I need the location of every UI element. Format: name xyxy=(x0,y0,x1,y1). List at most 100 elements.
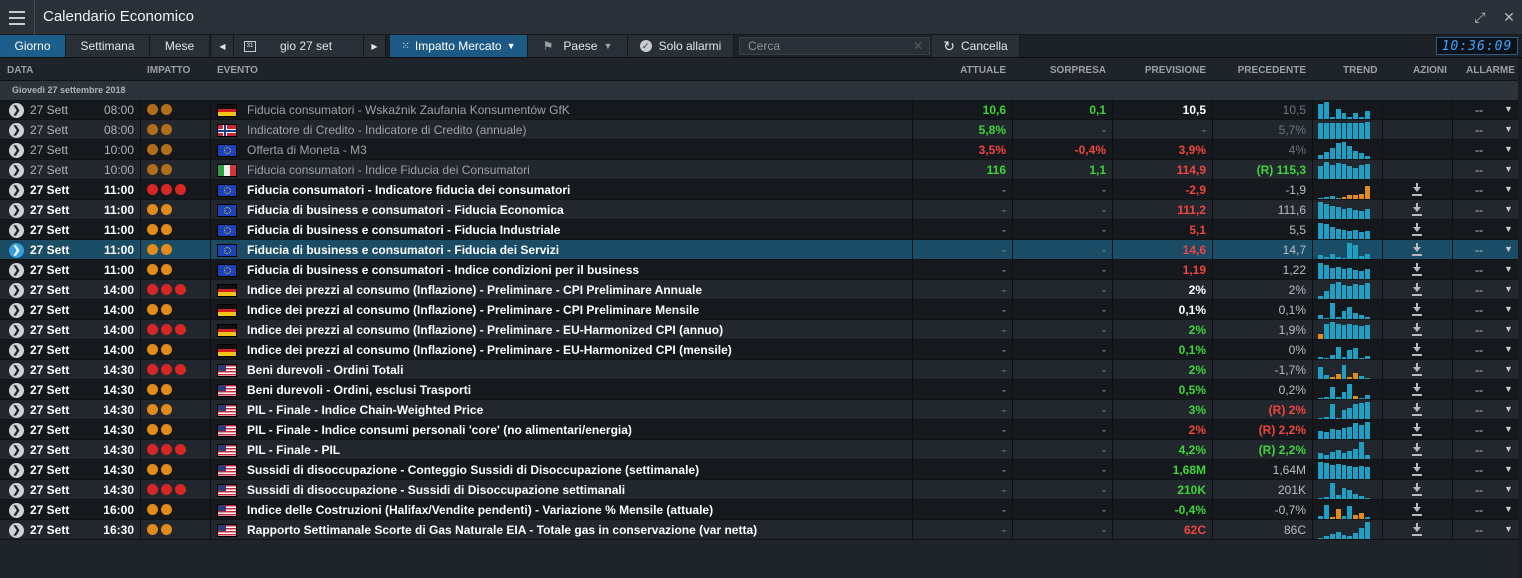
event-name[interactable]: Indice dei prezzi al consumo (Inflazione… xyxy=(247,303,699,317)
alarm-value[interactable]: -- xyxy=(1475,163,1483,177)
search-input[interactable]: Cerca ✕ xyxy=(739,37,930,55)
alarm-value[interactable]: -- xyxy=(1475,183,1483,197)
next-date-button[interactable]: ▶ xyxy=(364,35,386,57)
alarm-value[interactable]: -- xyxy=(1475,143,1483,157)
event-name[interactable]: Indicatore di Credito - Indicatore di Cr… xyxy=(247,123,526,137)
hamburger-menu-icon[interactable] xyxy=(0,0,35,35)
alarm-dropdown-icon[interactable]: ▼ xyxy=(1504,524,1513,534)
date-picker[interactable]: 31 gio 27 set xyxy=(234,35,364,57)
alarm-value[interactable]: -- xyxy=(1475,303,1483,317)
event-name[interactable]: Indice delle Costruzioni (Halifax/Vendit… xyxy=(247,503,713,517)
alarm-value[interactable]: -- xyxy=(1475,103,1483,117)
expand-row-icon[interactable]: ❯ xyxy=(9,223,24,238)
event-name[interactable]: PIL - Finale - PIL xyxy=(247,443,340,457)
impact-filter-dropdown[interactable]: ⁙ Impatto Mercato ▼ xyxy=(390,35,528,57)
scrollbar[interactable] xyxy=(1518,58,1522,578)
country-filter-dropdown[interactable]: ⚑ Paese ▼ xyxy=(528,35,628,57)
table-row[interactable]: ❯ 27 Sett 11:00 Fiducia consumatori - Indic… xyxy=(0,180,1522,200)
download-icon[interactable] xyxy=(1411,322,1423,337)
expand-row-icon[interactable]: ❯ xyxy=(9,243,24,258)
event-name[interactable]: Fiducia di business e consumatori - Indi… xyxy=(247,263,639,277)
download-icon[interactable] xyxy=(1411,422,1423,437)
expand-row-icon[interactable]: ❯ xyxy=(9,403,24,418)
alarm-value[interactable]: -- xyxy=(1475,403,1483,417)
table-row[interactable]: ❯ 27 Sett 11:00 Fiducia di business e consu… xyxy=(0,260,1522,280)
expand-row-icon[interactable]: ❯ xyxy=(9,103,24,118)
event-name[interactable]: Indice dei prezzi al consumo (Inflazione… xyxy=(247,343,732,357)
download-icon[interactable] xyxy=(1411,402,1423,417)
alarm-value[interactable]: -- xyxy=(1475,323,1483,337)
alarm-value[interactable]: -- xyxy=(1475,223,1483,237)
download-icon[interactable] xyxy=(1411,202,1423,217)
event-name[interactable]: PIL - Finale - Indice consumi personali … xyxy=(247,423,632,437)
event-name[interactable]: Beni durevoli - Ordini, esclusi Trasport… xyxy=(247,383,471,397)
expand-row-icon[interactable]: ❯ xyxy=(9,523,24,538)
download-icon[interactable] xyxy=(1411,362,1423,377)
expand-row-icon[interactable]: ❯ xyxy=(9,463,24,478)
table-row[interactable]: ❯ 27 Sett 08:00 Fiducia consumatori - Wskaź… xyxy=(0,100,1522,120)
table-row[interactable]: ❯ 27 Sett 08:00 Indicatore di Credito - Ind… xyxy=(0,120,1522,140)
header-trend[interactable]: TREND xyxy=(1343,65,1377,76)
header-precedente[interactable]: PRECEDENTE xyxy=(1238,65,1306,76)
tab-giorno[interactable]: Giorno xyxy=(0,35,66,57)
alarm-dropdown-icon[interactable]: ▼ xyxy=(1504,124,1513,134)
expand-row-icon[interactable]: ❯ xyxy=(9,423,24,438)
alarm-value[interactable]: -- xyxy=(1475,443,1483,457)
expand-row-icon[interactable]: ❯ xyxy=(9,183,24,198)
event-name[interactable]: Sussidi di disoccupazione - Conteggio Su… xyxy=(247,463,699,477)
event-name[interactable]: Fiducia di business e consumatori - Fidu… xyxy=(247,243,559,257)
alarm-dropdown-icon[interactable]: ▼ xyxy=(1504,384,1513,394)
alarm-dropdown-icon[interactable]: ▼ xyxy=(1504,184,1513,194)
download-icon[interactable] xyxy=(1411,482,1423,497)
header-evento[interactable]: EVENTO xyxy=(217,65,258,76)
table-row[interactable]: ❯ 27 Sett 16:30 Rapporto Settimanale Scorte… xyxy=(0,520,1522,540)
event-name[interactable]: Sussidi di disoccupazione - Sussidi di D… xyxy=(247,483,625,497)
alarm-dropdown-icon[interactable]: ▼ xyxy=(1504,344,1513,354)
close-icon[interactable]: ✕ xyxy=(1494,0,1522,35)
tab-mese[interactable]: Mese xyxy=(150,35,210,57)
alarm-dropdown-icon[interactable]: ▼ xyxy=(1504,224,1513,234)
header-attuale[interactable]: ATTUALE xyxy=(960,65,1006,76)
alarm-value[interactable]: -- xyxy=(1475,423,1483,437)
alarm-dropdown-icon[interactable]: ▼ xyxy=(1504,284,1513,294)
event-name[interactable]: Rapporto Settimanale Scorte di Gas Natur… xyxy=(247,523,757,537)
alarm-dropdown-icon[interactable]: ▼ xyxy=(1504,424,1513,434)
alarm-dropdown-icon[interactable]: ▼ xyxy=(1504,264,1513,274)
header-azioni[interactable]: AZIONI xyxy=(1413,65,1447,76)
alarm-dropdown-icon[interactable]: ▼ xyxy=(1504,104,1513,114)
table-row[interactable]: ❯ 27 Sett 14:30 PIL - Finale - Indice consu… xyxy=(0,420,1522,440)
header-previsione[interactable]: PREVISIONE xyxy=(1145,65,1206,76)
header-sorpresa[interactable]: SORPRESA xyxy=(1050,65,1106,76)
alarm-dropdown-icon[interactable]: ▼ xyxy=(1504,404,1513,414)
alarms-only-toggle[interactable]: ✓ Solo allarmi xyxy=(628,35,734,57)
download-icon[interactable] xyxy=(1411,282,1423,297)
download-icon[interactable] xyxy=(1411,242,1423,257)
expand-row-icon[interactable]: ❯ xyxy=(9,323,24,338)
expand-row-icon[interactable]: ❯ xyxy=(9,163,24,178)
alarm-value[interactable]: -- xyxy=(1475,203,1483,217)
alarm-dropdown-icon[interactable]: ▼ xyxy=(1504,304,1513,314)
download-icon[interactable] xyxy=(1411,342,1423,357)
alarm-dropdown-icon[interactable]: ▼ xyxy=(1504,144,1513,154)
event-name[interactable]: PIL - Finale - Indice Chain-Weighted Pri… xyxy=(247,403,483,417)
alarm-dropdown-icon[interactable]: ▼ xyxy=(1504,324,1513,334)
download-icon[interactable] xyxy=(1411,522,1423,537)
expand-row-icon[interactable]: ❯ xyxy=(9,283,24,298)
alarm-value[interactable]: -- xyxy=(1475,463,1483,477)
table-row[interactable]: ❯ 27 Sett 14:30 Beni durevoli - Ordini, esc… xyxy=(0,380,1522,400)
expand-row-icon[interactable]: ❯ xyxy=(9,503,24,518)
table-row[interactable]: ❯ 27 Sett 14:00 Indice dei prezzi al consum… xyxy=(0,300,1522,320)
tab-settimana[interactable]: Settimana xyxy=(66,35,150,57)
expand-row-icon[interactable]: ❯ xyxy=(9,123,24,138)
header-impatto[interactable]: IMPATTO xyxy=(147,65,190,76)
event-name[interactable]: Fiducia di business e consumatori - Fidu… xyxy=(247,223,560,237)
alarm-value[interactable]: -- xyxy=(1475,283,1483,297)
event-name[interactable]: Fiducia consumatori - Wskaźnik Zaufania … xyxy=(247,103,570,117)
table-row[interactable]: ❯ 27 Sett 14:30 Sussidi di disoccupazione -… xyxy=(0,460,1522,480)
alarm-dropdown-icon[interactable]: ▼ xyxy=(1504,444,1513,454)
expand-row-icon[interactable]: ❯ xyxy=(9,363,24,378)
download-icon[interactable] xyxy=(1411,382,1423,397)
table-row[interactable]: ❯ 27 Sett 10:00 Offerta di Moneta - M3 3,5% -… xyxy=(0,140,1522,160)
alarm-value[interactable]: -- xyxy=(1475,263,1483,277)
clear-button[interactable]: ↻ Cancella xyxy=(932,35,1020,57)
